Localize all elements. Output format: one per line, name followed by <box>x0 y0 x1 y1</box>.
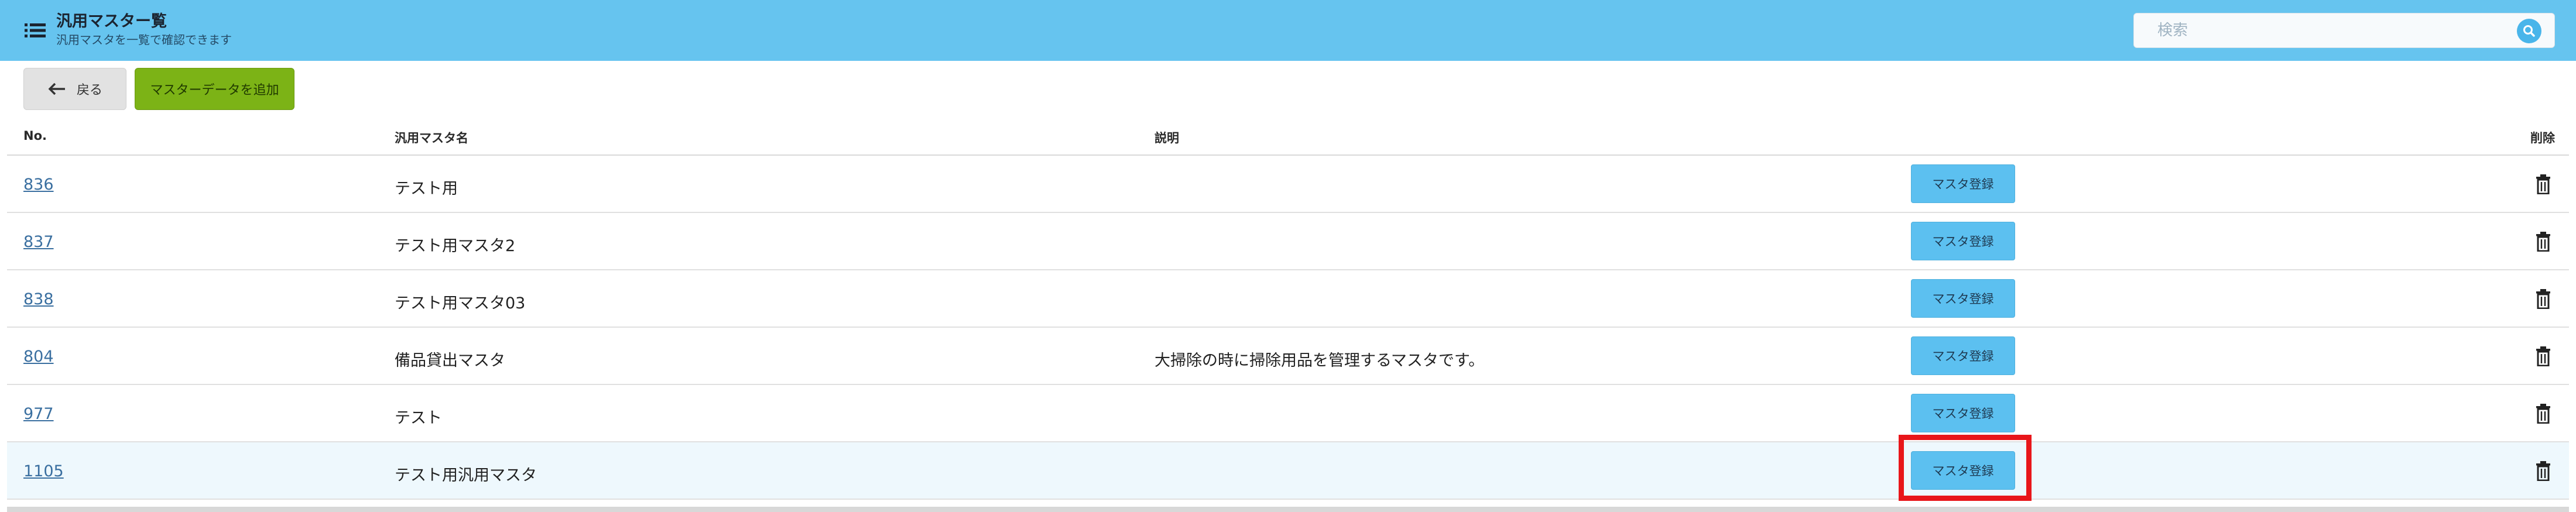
search-box <box>2133 13 2555 48</box>
trash-icon[interactable] <box>2535 404 2551 424</box>
page-bottom-border <box>7 507 2569 512</box>
column-header-delete: 削除 <box>2530 131 2555 145</box>
list-icon <box>25 23 46 37</box>
trash-icon[interactable] <box>2535 174 2551 194</box>
back-button-label: 戻る <box>77 83 103 98</box>
page-subtitle: 汎用マスタを一覧で確認できます <box>56 33 232 47</box>
search-button[interactable] <box>2517 19 2541 43</box>
master-name: テスト用マスタ2 <box>395 237 516 255</box>
trash-icon[interactable] <box>2535 346 2551 366</box>
master-no-link[interactable]: 804 <box>23 348 54 366</box>
column-header-name: 汎用マスタ名 <box>395 131 468 145</box>
search-icon <box>2523 25 2535 37</box>
trash-icon[interactable] <box>2535 461 2551 481</box>
master-no-link[interactable]: 836 <box>23 176 54 194</box>
page-title: 汎用マスター覧 <box>56 12 167 30</box>
master-register-button[interactable]: マスタ登録 <box>1911 164 2015 203</box>
master-no-link[interactable]: 838 <box>23 290 54 308</box>
master-name: 備品貸出マスタ <box>395 352 505 370</box>
arrow-left-icon <box>48 83 65 95</box>
master-description: 大掃除の時に掃除用品を管理するマスタです。 <box>1155 352 1485 370</box>
add-master-data-button[interactable]: マスターデータを追加 <box>135 68 294 110</box>
highlight-box <box>1899 435 2032 501</box>
page-header: 汎用マスター覧 汎用マスタを一覧で確認できます <box>0 0 2576 61</box>
trash-icon[interactable] <box>2535 289 2551 309</box>
column-header-no: No. <box>23 129 47 143</box>
master-no-link[interactable]: 1105 <box>23 462 64 480</box>
table-row: 838 テスト用マスタ03 マスタ登録 <box>7 270 2569 328</box>
table-row: 1105 テスト用汎用マスタ マスタ登録 <box>7 442 2569 500</box>
column-header-description: 説明 <box>1155 131 1179 145</box>
table-row: 804 備品貸出マスタ 大掃除の時に掃除用品を管理するマスタです。 マスタ登録 <box>7 328 2569 385</box>
master-name: テスト <box>395 409 442 427</box>
master-register-button[interactable]: マスタ登録 <box>1911 279 2015 318</box>
table-row: 836 テスト用 マスタ登録 <box>7 156 2569 213</box>
master-name: テスト用マスタ03 <box>395 294 526 312</box>
master-no-link[interactable]: 977 <box>23 405 54 423</box>
trash-icon[interactable] <box>2535 232 2551 252</box>
master-register-button[interactable]: マスタ登録 <box>1911 394 2015 432</box>
back-button[interactable]: 戻る <box>23 68 126 110</box>
add-master-data-label: マスターデータを追加 <box>150 83 279 98</box>
master-no-link[interactable]: 837 <box>23 233 54 251</box>
master-register-button[interactable]: マスタ登録 <box>1911 336 2015 375</box>
table-row: 977 テスト マスタ登録 <box>7 385 2569 442</box>
master-name: テスト用 <box>395 180 458 198</box>
master-name: テスト用汎用マスタ <box>395 466 537 484</box>
search-input[interactable] <box>2134 13 2509 47</box>
master-register-button[interactable]: マスタ登録 <box>1911 222 2015 260</box>
table-row: 837 テスト用マスタ2 マスタ登録 <box>7 213 2569 270</box>
